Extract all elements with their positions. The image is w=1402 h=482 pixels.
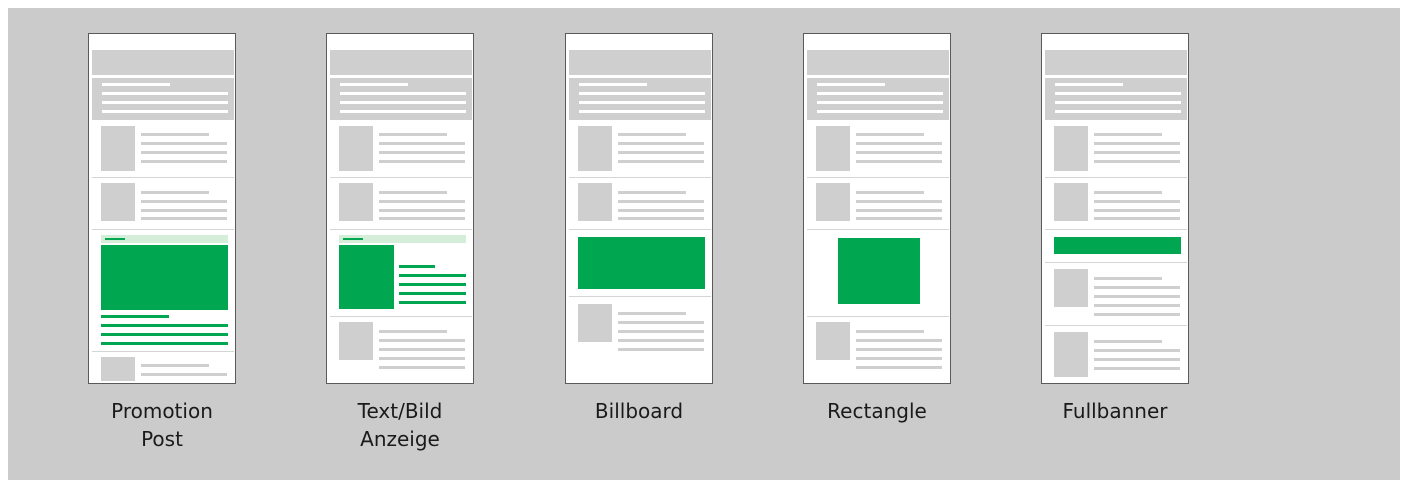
article-thumbnail (1054, 332, 1088, 377)
ad-label-bar (101, 235, 228, 243)
hero-block (807, 78, 949, 120)
hero-block (330, 78, 472, 120)
hero-block (569, 78, 711, 120)
article-thumbnail (101, 357, 135, 381)
billboard-mockup (565, 33, 713, 384)
article-thumbnail (816, 183, 850, 221)
header-bar (807, 50, 949, 75)
article-thumbnail (339, 183, 373, 221)
article-thumbnail (816, 126, 850, 171)
promotion-post-mockup (88, 33, 236, 384)
article-thumbnail (101, 183, 135, 221)
article-thumbnail (816, 322, 850, 360)
article-thumbnail (101, 126, 135, 171)
ad-label-bar (339, 235, 466, 243)
promotion-ad-image (101, 245, 228, 310)
caption-billboard: Billboard (594, 399, 684, 423)
header-bar (92, 50, 234, 75)
caption-fullbanner: Fullbanner (1062, 399, 1168, 423)
article-thumbnail (578, 126, 612, 171)
caption-promotion-post: Promotion Post (111, 399, 213, 451)
article-thumbnail (578, 183, 612, 221)
billboard-ad (578, 237, 705, 289)
fullbanner-ad (1054, 237, 1181, 254)
header-bar (569, 50, 711, 75)
caption-rectangle: Rectangle (827, 399, 927, 423)
fullbanner-mockup (1041, 33, 1189, 384)
article-thumbnail (1054, 269, 1088, 307)
header-bar (1045, 50, 1187, 75)
header-bar (330, 50, 472, 75)
rectangle-mockup (803, 33, 951, 384)
article-thumbnail (1054, 183, 1088, 221)
rectangle-ad (838, 238, 920, 304)
article-thumbnail (1054, 126, 1088, 171)
text-bild-anzeige-mockup (326, 33, 474, 384)
article-thumbnail (578, 304, 612, 342)
text-bild-ad-image (339, 245, 394, 309)
hero-block (1045, 78, 1187, 120)
article-thumbnail (339, 322, 373, 360)
hero-block (92, 78, 234, 120)
caption-text-bild-anzeige: Text/Bild Anzeige (357, 399, 443, 451)
article-thumbnail (339, 126, 373, 171)
